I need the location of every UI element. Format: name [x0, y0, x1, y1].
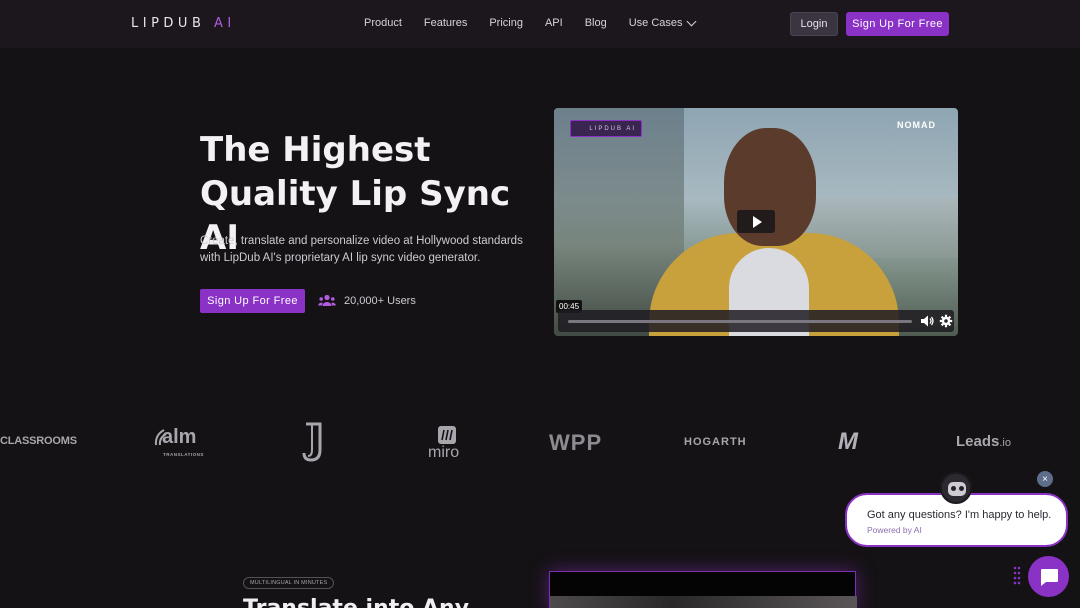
drag-handle-icon[interactable] [1013, 566, 1021, 588]
leads-text: Leads [956, 433, 1000, 450]
hero-subtitle: Create, translate and personalize video … [200, 235, 523, 264]
juventus-logo [302, 420, 324, 467]
nav-link-features[interactable]: Features [424, 17, 467, 29]
juventus-j-icon [302, 422, 322, 462]
chat-icon [1040, 568, 1058, 586]
chatbot-avatar [940, 472, 972, 504]
hero-video-player[interactable]: LIPDUB AI NOMAD 00:45 [554, 108, 958, 336]
customer-logos: CLASSROOMS alm TRANSLATIONS miro WPP HOG… [0, 420, 1080, 464]
io-text: .io [999, 437, 1011, 449]
nav-link-product[interactable]: Product [364, 17, 402, 29]
nav-link-api[interactable]: API [545, 17, 563, 29]
miro-square-icon [438, 426, 456, 444]
logo-ai-text: AI [214, 16, 236, 31]
play-icon [753, 215, 762, 228]
video-brand-watermark: NOMAD [897, 120, 936, 130]
users-count-text: 20,000+ Users [344, 294, 416, 307]
gear-icon[interactable] [939, 314, 953, 328]
signup-hero-button[interactable]: Sign Up For Free [200, 289, 305, 313]
bot-eye-left [951, 486, 956, 491]
miro-text: miro [428, 444, 460, 461]
top-navbar: LIPDUB AI Product Features Pricing API B… [0, 0, 1080, 48]
hero-title-line1: The Highest [200, 130, 431, 170]
volume-icon[interactable] [920, 314, 934, 328]
classrooms-logo: CLASSROOMS [0, 435, 77, 447]
login-button[interactable]: Login [790, 12, 838, 36]
leads-io-logo: Leads.io [956, 433, 1011, 450]
chat-close-button[interactable]: × [1037, 471, 1053, 487]
nav-links: Product Features Pricing API Blog Use Ca… [364, 16, 717, 29]
users-icon [318, 294, 336, 306]
translate-video-frame [550, 596, 857, 608]
alm-text: alm [162, 426, 197, 448]
chat-message: Got any questions? I'm happy to help. [867, 509, 1052, 521]
wpp-logo: WPP [549, 430, 603, 455]
use-cases-label: Use Cases [628, 17, 683, 29]
video-progress-bar[interactable] [568, 320, 912, 323]
play-button[interactable] [737, 210, 775, 233]
section-title: Translate into Any [243, 596, 469, 608]
nav-link-use-cases[interactable]: Use Cases [628, 16, 696, 29]
signup-nav-button[interactable]: Sign Up For Free [846, 12, 949, 36]
video-lipdub-badge: LIPDUB AI [570, 120, 642, 137]
nav-link-pricing[interactable]: Pricing [489, 17, 523, 29]
chat-launcher-button[interactable] [1028, 556, 1069, 597]
video-controls [558, 310, 954, 332]
m-logo: M [838, 428, 858, 455]
lipdub-logo[interactable]: LIPDUB AI [131, 16, 236, 31]
nav-link-blog[interactable]: Blog [585, 17, 607, 29]
chat-powered-by: Powered by AI [867, 525, 922, 535]
chevron-down-icon [686, 16, 696, 26]
bot-eye-right [959, 486, 964, 491]
users-count: 20,000+ Users [318, 294, 416, 307]
alm-subtext: TRANSLATIONS [163, 452, 204, 457]
section-tag: MULTILINGUAL IN MINUTES [243, 577, 335, 589]
hogarth-logo: HOGARTH [684, 436, 747, 448]
translate-video-preview[interactable] [549, 571, 857, 608]
logo-text: LIPDUB [131, 16, 206, 31]
